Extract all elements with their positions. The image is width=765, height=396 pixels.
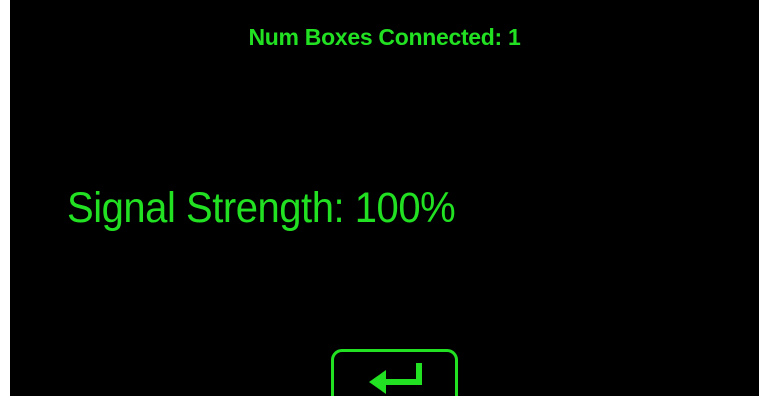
device-screen: Num Boxes Connected: 1 Signal Strength: … [10,0,759,396]
display-frame: Num Boxes Connected: 1 Signal Strength: … [0,0,765,396]
num-boxes-connected-status: Num Boxes Connected: 1 [248,24,521,50]
enter-return-arrow-icon [369,363,422,394]
signal-strength-readout: Signal Strength: 100% [67,184,456,232]
enter-button[interactable] [331,349,458,396]
